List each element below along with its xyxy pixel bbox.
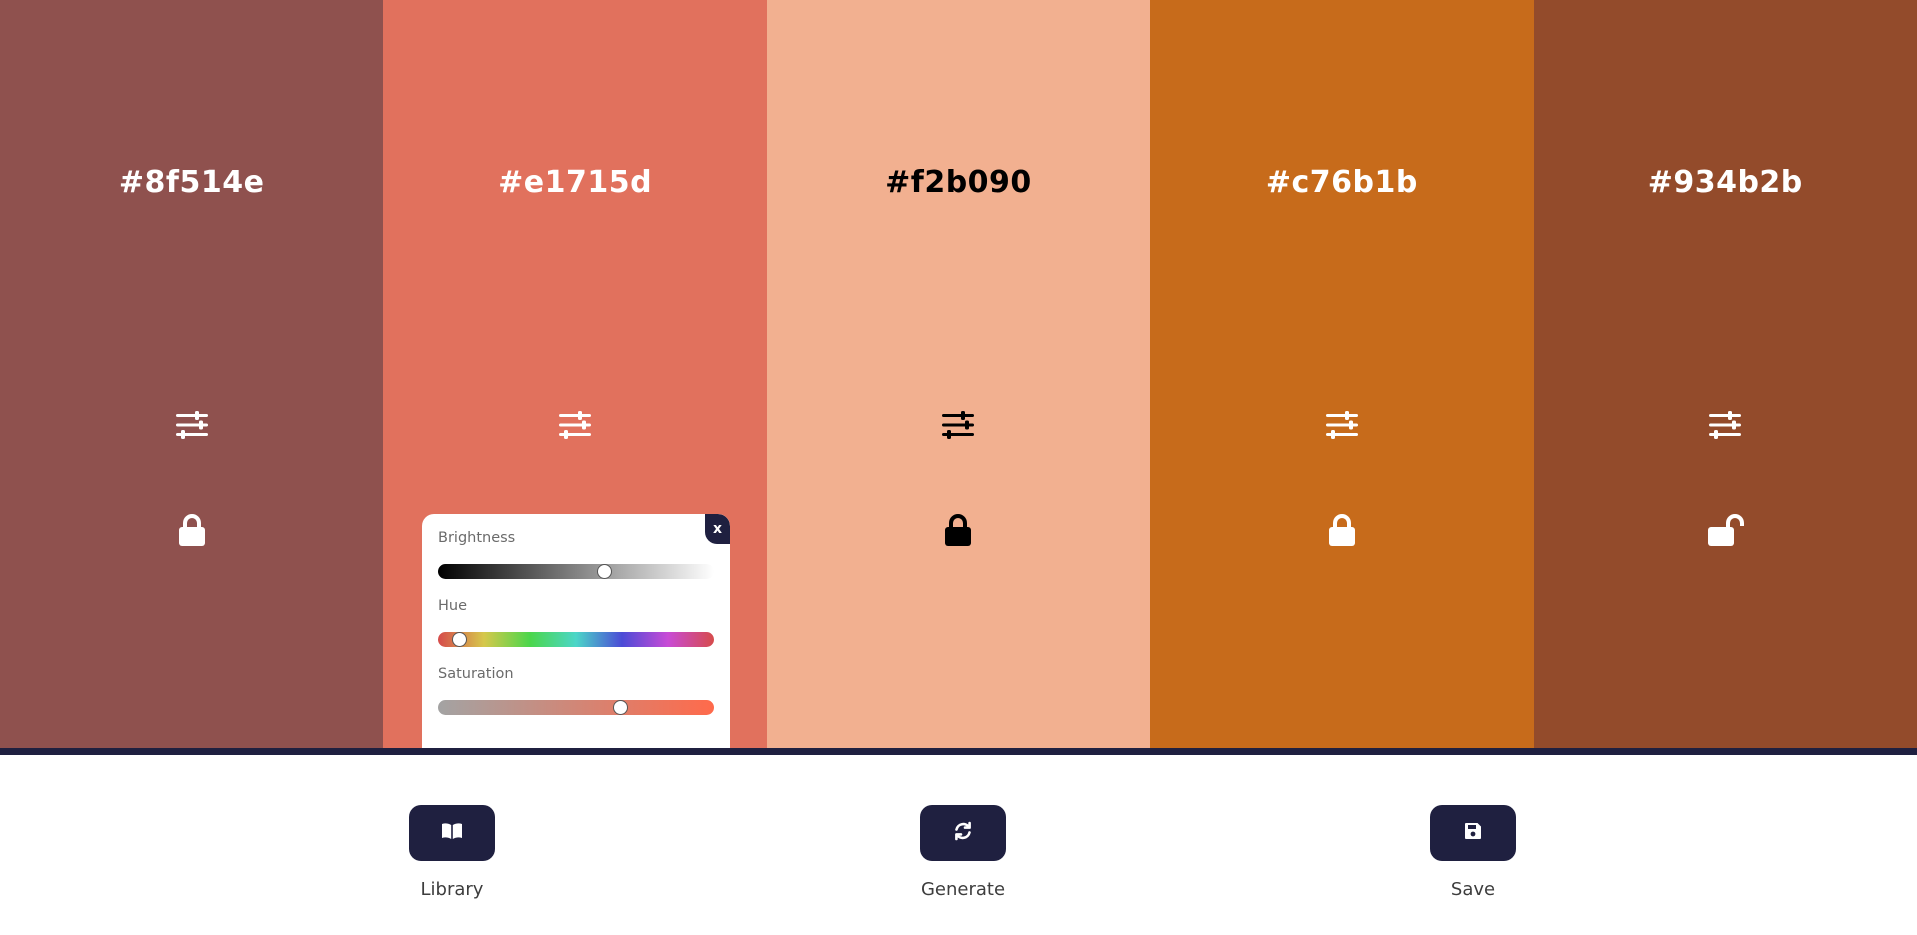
- brightness-slider[interactable]: [438, 563, 714, 579]
- divider: [0, 748, 1917, 755]
- sliders-icon: [1708, 410, 1742, 440]
- lock-icon: [1327, 513, 1357, 547]
- lock-button[interactable]: [938, 510, 978, 550]
- adjust-button[interactable]: [938, 405, 978, 445]
- hex-code[interactable]: #934b2b: [1534, 165, 1917, 200]
- hue-slider[interactable]: [438, 631, 714, 647]
- color-swatch-5: #934b2b: [1533, 0, 1917, 748]
- unlock-icon: [1706, 513, 1745, 547]
- library-button[interactable]: [409, 805, 495, 861]
- book-open-icon: [441, 822, 463, 844]
- adjust-button[interactable]: [172, 405, 212, 445]
- hue-label: Hue: [438, 598, 468, 614]
- save-action: Save: [1430, 805, 1516, 900]
- library-action: Library: [409, 805, 495, 900]
- generate-button[interactable]: [920, 805, 1006, 861]
- hex-code[interactable]: #e1715d: [383, 165, 766, 200]
- hex-code[interactable]: #c76b1b: [1150, 165, 1533, 200]
- save-icon: [1464, 822, 1482, 844]
- close-panel-button[interactable]: x: [705, 514, 730, 544]
- adjust-panel: x Brightness Hue Saturation: [422, 514, 730, 748]
- adjust-button[interactable]: [1322, 405, 1362, 445]
- adjust-button[interactable]: [555, 405, 595, 445]
- generate-label: Generate: [920, 879, 1006, 900]
- color-swatch-3: #f2b090: [766, 0, 1151, 748]
- hue-slider-thumb[interactable]: [451, 631, 467, 647]
- brightness-slider-thumb[interactable]: [597, 563, 613, 579]
- color-swatch-4: #c76b1b: [1150, 0, 1534, 748]
- sliders-icon: [941, 410, 975, 440]
- adjust-button[interactable]: [1705, 405, 1745, 445]
- save-button[interactable]: [1430, 805, 1516, 861]
- sliders-icon: [1325, 410, 1359, 440]
- save-label: Save: [1450, 879, 1496, 900]
- hex-code[interactable]: #f2b090: [767, 165, 1150, 200]
- refresh-icon: [952, 820, 974, 846]
- action-bar: Library Generate Save: [0, 755, 1917, 935]
- unlock-button[interactable]: [1705, 510, 1745, 550]
- palette: #8f514e #e1715d #f2b090 #c76b1b #934b2b: [0, 0, 1917, 748]
- brightness-label: Brightness: [438, 530, 516, 546]
- lock-icon: [943, 513, 973, 547]
- hex-code[interactable]: #8f514e: [0, 165, 383, 200]
- library-label: Library: [420, 879, 484, 900]
- saturation-slider[interactable]: [438, 699, 714, 715]
- lock-button[interactable]: [1322, 510, 1362, 550]
- lock-icon: [177, 513, 207, 547]
- sliders-icon: [175, 410, 209, 440]
- sliders-icon: [558, 410, 592, 440]
- generate-action: Generate: [920, 805, 1006, 900]
- lock-button[interactable]: [172, 510, 212, 550]
- saturation-label: Saturation: [438, 666, 514, 682]
- color-swatch-1: #8f514e: [0, 0, 384, 748]
- saturation-slider-thumb[interactable]: [612, 699, 628, 715]
